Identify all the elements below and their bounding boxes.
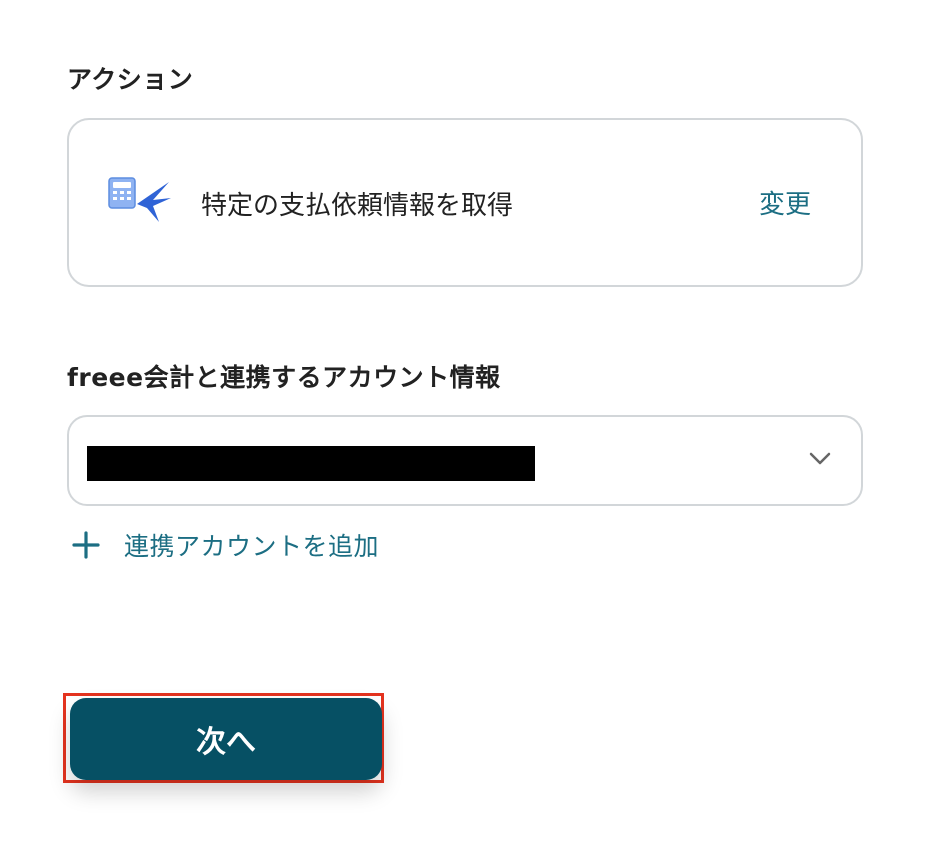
account-select[interactable]	[67, 415, 863, 506]
redacted-account-value	[87, 446, 535, 481]
next-button[interactable]: 次へ	[70, 698, 382, 780]
add-account-label: 連携アカウントを追加	[124, 532, 380, 561]
action-section-label: アクション	[67, 65, 194, 94]
add-account-link[interactable]: 連携アカウントを追加	[70, 527, 379, 563]
chevron-down-icon	[809, 452, 831, 465]
action-card: 特定の支払依頼情報を取得 変更	[67, 118, 863, 287]
plus-icon	[72, 531, 100, 559]
account-section-label: freee会計と連携するアカウント情報	[67, 363, 501, 392]
action-name: 特定の支払依頼情報を取得	[201, 191, 514, 221]
freee-app-icon	[108, 177, 171, 222]
change-action-link[interactable]: 変更	[759, 184, 811, 221]
